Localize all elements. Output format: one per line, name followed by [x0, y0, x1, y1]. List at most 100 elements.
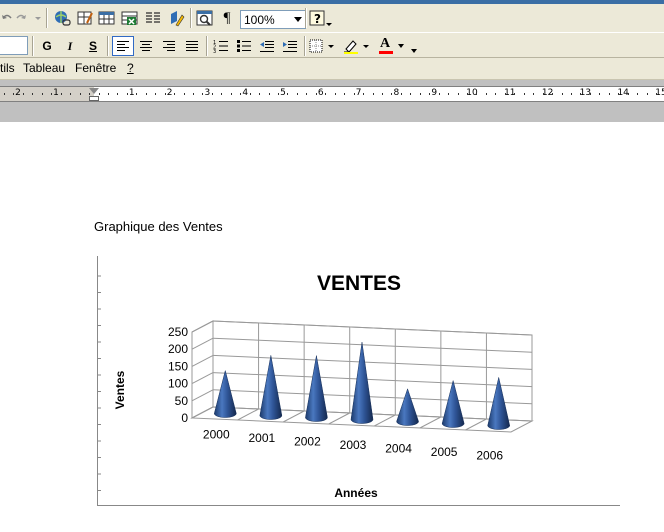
ruler-tick — [221, 93, 222, 95]
columns-icon[interactable] — [142, 8, 164, 28]
ruler-label: 4 — [242, 88, 249, 98]
ruler-tick — [344, 93, 345, 95]
undo-icon[interactable] — [0, 8, 14, 28]
ruler-tick — [212, 93, 213, 95]
ruler-tick — [13, 93, 14, 95]
menu-bar: tils Tableau Fenêtre ? — [0, 58, 664, 80]
align-left-button[interactable] — [112, 36, 134, 56]
svg-text:?: ? — [314, 12, 321, 26]
ruler-tick — [117, 93, 118, 95]
redo-icon[interactable] — [14, 8, 44, 28]
x-tick-label: 2006 — [476, 449, 503, 463]
ruler-tick — [99, 93, 100, 95]
chart-title: VENTES — [317, 272, 401, 295]
ruler-tick — [580, 93, 581, 95]
ruler-tick — [136, 93, 137, 95]
ruler-tick — [32, 93, 33, 95]
ruler-tick — [127, 93, 128, 95]
first-line-indent-marker[interactable] — [89, 88, 99, 94]
ruler-tick — [70, 93, 71, 95]
ruler-tick — [335, 93, 336, 95]
standard-toolbar: ¶ 100% ? — [0, 0, 664, 32]
insert-excel-icon[interactable] — [119, 8, 141, 28]
borders-icon[interactable] — [308, 36, 338, 56]
x-axis-label: Années — [334, 486, 378, 500]
ruler-tick — [382, 93, 383, 95]
ruler-tick — [108, 93, 109, 95]
help-icon[interactable]: ? — [308, 8, 336, 28]
decrease-indent-icon[interactable] — [256, 36, 278, 56]
toolbar-separator — [46, 8, 48, 28]
menu-outils[interactable]: tils — [0, 61, 15, 75]
show-formatting-icon[interactable]: ¶ — [216, 8, 238, 28]
ruler-tick — [562, 93, 563, 95]
ruler-tick — [448, 93, 449, 95]
ruler-tick — [618, 93, 619, 95]
justify-button[interactable] — [181, 36, 203, 56]
chart-svg: 0 50 100 150 200 250 2000 2001 2002 2003 2004 2005 2… — [97, 256, 620, 506]
ruler-tick — [231, 93, 232, 95]
ruler-tick — [420, 93, 421, 95]
bullets-icon[interactable] — [233, 36, 255, 56]
ruler-tick — [599, 93, 600, 95]
ruler-label: 3 — [204, 88, 211, 98]
ruler-label: 6 — [317, 88, 324, 98]
ruler-tick — [486, 93, 487, 95]
numbering-icon[interactable]: 123 — [210, 36, 232, 56]
x-tick-label: 2000 — [203, 428, 230, 442]
ruler-tick — [165, 93, 166, 95]
ruler-tick — [259, 93, 260, 95]
font-color-swatch — [379, 51, 393, 54]
increase-indent-icon[interactable] — [279, 36, 301, 56]
menu-tableau[interactable]: Tableau — [23, 61, 65, 75]
document-map-icon[interactable] — [194, 8, 216, 28]
menu-fenetre[interactable]: Fenêtre — [75, 61, 116, 75]
toolbar-separator — [190, 8, 192, 28]
tables-borders-icon[interactable] — [74, 8, 96, 28]
y-axis-label: Ventes — [113, 370, 127, 409]
drawing-icon[interactable] — [165, 8, 187, 28]
insert-hyperlink-icon[interactable] — [51, 8, 73, 28]
insert-table-icon[interactable] — [96, 8, 118, 28]
horizontal-ruler[interactable]: 2 1 1 2 3 4 5 6 7 8 9 10 11 12 13 14 15 — [0, 86, 664, 102]
align-right-button[interactable] — [158, 36, 180, 56]
x-tick-label: 2003 — [340, 438, 367, 452]
ruler-tick — [505, 93, 506, 95]
italic-button[interactable]: I — [60, 36, 80, 56]
align-center-button[interactable] — [135, 36, 157, 56]
ruler-label: 8 — [393, 88, 400, 98]
ruler-tick — [647, 93, 648, 95]
ruler-tick — [174, 93, 175, 95]
ruler-tick — [155, 93, 156, 95]
font-color-icon[interactable]: A — [376, 36, 408, 56]
ruler-label: 5 — [280, 88, 286, 98]
formatting-toolbar: G I S 123 A — [0, 32, 664, 58]
ruler-tick — [306, 93, 307, 95]
x-tick-label: 2005 — [431, 445, 458, 459]
ruler-label: 1 — [53, 88, 59, 98]
highlight-icon[interactable] — [341, 36, 373, 56]
ruler-tick — [184, 93, 185, 95]
ruler-tick — [439, 93, 440, 95]
underline-button[interactable]: S — [83, 36, 103, 56]
toolbar-separator — [107, 36, 109, 56]
ruler-area: 2 1 1 2 3 4 5 6 7 8 9 10 11 12 13 14 15 — [0, 80, 664, 122]
x-tick-label: 2001 — [249, 431, 276, 445]
left-indent-marker[interactable] — [89, 96, 99, 101]
ruler-label: 7 — [355, 88, 362, 98]
menu-help[interactable]: ? — [127, 61, 134, 75]
ruler-tick — [80, 93, 81, 95]
chart-object[interactable]: 0 50 100 150 200 250 2000 2001 2002 2003 2004 2005 2… — [97, 256, 620, 508]
ruler-tick — [51, 93, 52, 95]
chevron-down-icon — [294, 17, 302, 22]
ruler-tick — [325, 93, 326, 95]
bold-button[interactable]: G — [37, 36, 57, 56]
ruler-tick — [61, 93, 62, 95]
ruler-tick — [269, 93, 270, 95]
ruler-label: 9 — [431, 88, 438, 98]
zoom-dropdown[interactable]: 100% — [240, 10, 306, 29]
font-size-dropdown[interactable] — [0, 36, 28, 55]
ruler-tick — [193, 93, 194, 95]
toolbar-separator — [305, 8, 307, 28]
ruler-tick — [89, 93, 90, 95]
